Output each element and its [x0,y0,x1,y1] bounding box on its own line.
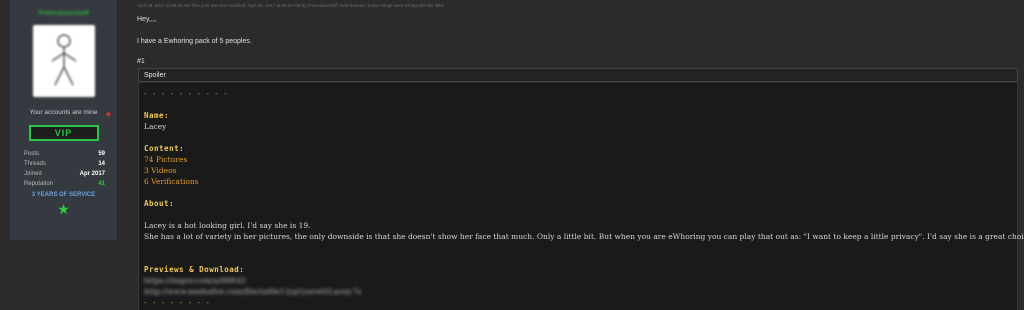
user-title: Your accounts are mine ◆ [10,109,117,118]
star-icon: ★ [57,201,70,217]
stat-value: 59 [98,151,105,157]
post-meta: April 29, 2017 at 08:23 AM This post was… [137,3,444,8]
stat-posts: Posts 59 [24,149,105,159]
user-stats: Posts 59 Threads 14 Joined Apr 2017 Repu… [24,149,105,189]
content-item: 6 Verifications [144,177,199,186]
stat-joined: Joined Apr 2017 [24,169,105,179]
about-line: She has a lot of variety in her pictures… [144,232,1024,241]
user-title-text: Your accounts are mine [29,109,98,116]
stat-label: Reputation [24,181,54,187]
download-label: Previews & Download: [144,265,245,274]
content-item: 74 Pictures [144,155,188,164]
spoiler-body: - - - - - - - - - - Name: Lacey Content:… [138,83,1024,310]
preview-link[interactable]: https://imgur.com/a/f4Wd3 [144,275,1017,286]
stick-figure-icon [51,34,76,86]
separator: - - - - - - - - - - [144,89,229,98]
post-section-number: #1 [137,58,145,65]
stat-label: Threads [24,161,47,167]
user-sidebar: Freerubiezstuff Your accounts are mine ◆… [10,0,118,240]
service-award: 3 YEARS OF SERVICE [31,192,96,198]
about-label: About: [144,199,175,208]
stat-reputation: Reputation 41 [24,179,105,189]
download-link[interactable]: http://www.mediafire.com/file/xxf6e12yp1… [144,286,1017,297]
stat-label: Posts [24,151,40,157]
post-greeting: Hey,,,, [137,16,157,23]
content-item: 3 Videos [144,166,177,175]
stat-threads: Threads 14 [24,159,105,169]
avatar[interactable] [32,25,95,97]
status-dot-icon: ◆ [105,111,111,118]
username[interactable]: Freerubiezstuff [10,10,117,20]
about-line: Lacey is a hot looking girl. I'd say she… [144,221,311,230]
end-separator: - - - - - - - - [144,298,211,307]
post-content: April 29, 2017 at 08:23 AM This post was… [130,0,1024,310]
stat-value[interactable]: 41 [98,179,105,189]
stat-value: Apr 2017 [79,171,105,177]
stat-label: Joined [24,171,42,177]
post-intro: I have a Ewhoring pack of 5 peoples. [137,38,252,45]
name-label: Name: [144,111,170,120]
rank-badge: VIP [28,125,99,141]
name-value: Lacey [144,122,167,131]
content-label: Content: [144,144,185,153]
spoiler-toggle[interactable]: Spoiler [138,68,1018,82]
stat-value: 14 [98,161,105,167]
